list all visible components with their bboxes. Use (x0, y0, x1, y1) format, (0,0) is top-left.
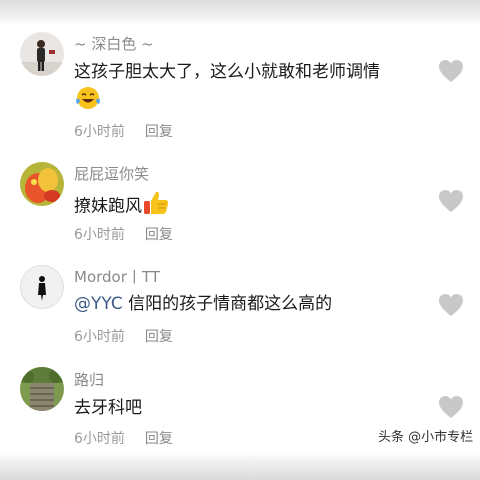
comment-username[interactable]: 路归 (74, 369, 104, 390)
comment-text: 撩妹跑风 (74, 190, 170, 223)
comment-username[interactable]: Mordor丨TT (74, 266, 160, 287)
top-fade (0, 0, 480, 26)
comment-text-body: 这孩子胆太大了，这么小就敢和老师调情 (74, 62, 380, 82)
reply-button[interactable]: 回复 (145, 124, 173, 140)
heart-icon[interactable] (438, 189, 464, 213)
comment-meta: 6小时前 回复 (74, 326, 173, 346)
laughing-tears-emoji-icon (74, 86, 102, 117)
reply-button[interactable]: 回复 (145, 227, 173, 243)
heart-icon[interactable] (438, 395, 464, 419)
comment-text: 去牙科吧 (74, 396, 142, 420)
comment-text: @YYC 信阳的孩子情商都这么高的 (74, 292, 332, 316)
comment-meta: 6小时前 回复 (74, 428, 173, 448)
watermark: 头条 @小市专栏 (378, 430, 474, 445)
mention-link[interactable]: @YYC (74, 294, 123, 314)
comment-username[interactable]: ~ 深白色 ~ (74, 33, 154, 54)
comment-time: 6小时前 (74, 124, 125, 140)
comment-text-body: 信阳的孩子情商都这么高的 (122, 294, 333, 314)
bottom-fade (0, 452, 480, 480)
comment-text-body: 撩妹跑风 (74, 196, 142, 217)
comment-meta: 6小时前 回复 (74, 224, 173, 244)
heart-icon[interactable] (438, 293, 464, 317)
comment-meta: 6小时前 回复 (74, 121, 173, 141)
thumbs-up-emoji-icon (142, 190, 170, 223)
comment-time: 6小时前 (74, 431, 125, 447)
avatar[interactable] (20, 32, 64, 76)
comment-text-body: 去牙科吧 (74, 398, 142, 418)
avatar[interactable] (20, 265, 64, 309)
reply-button[interactable]: 回复 (145, 329, 173, 345)
heart-icon[interactable] (438, 59, 464, 83)
comment-time: 6小时前 (74, 227, 125, 243)
comment-username[interactable]: 屁屁逗你笑 (74, 163, 149, 184)
avatar[interactable] (20, 367, 64, 411)
comment-time: 6小时前 (74, 329, 125, 345)
avatar[interactable] (20, 162, 64, 206)
comment-text: 这孩子胆太大了，这么小就敢和老师调情 (74, 60, 380, 84)
comment-emoji-line (74, 86, 102, 117)
reply-button[interactable]: 回复 (145, 431, 173, 447)
